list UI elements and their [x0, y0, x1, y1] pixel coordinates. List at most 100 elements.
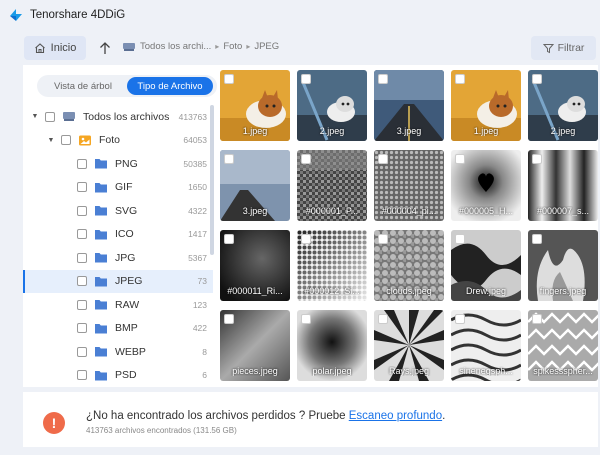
- tree-item-count: 4322: [188, 205, 207, 216]
- file-thumbnail[interactable]: #000007_s...: [528, 150, 598, 221]
- checkbox[interactable]: [224, 234, 234, 244]
- caret-down-icon[interactable]: ▼: [31, 113, 39, 120]
- checkbox[interactable]: [455, 314, 465, 324]
- checkbox[interactable]: [224, 74, 234, 84]
- tree-item-count: 64053: [183, 135, 207, 146]
- tree-item-bmp[interactable]: BMP 422: [23, 317, 213, 341]
- checkbox[interactable]: [77, 182, 87, 193]
- file-thumbnail[interactable]: #000005_H...: [451, 150, 521, 221]
- file-thumbnail[interactable]: pieces.jpeg: [220, 310, 290, 381]
- file-thumbnail[interactable]: Drew.jpeg: [451, 230, 521, 301]
- checkbox[interactable]: [532, 74, 542, 84]
- checkbox[interactable]: [301, 154, 311, 164]
- sidebar: Vista de árbol Tipo de Archivo ▼ Todos l…: [23, 65, 217, 388]
- file-thumbnail[interactable]: spikessspher...: [528, 310, 598, 381]
- tree-item-count: 1417: [188, 229, 207, 240]
- checkbox[interactable]: [77, 346, 87, 357]
- checkbox[interactable]: [532, 154, 542, 164]
- tab-tree-view[interactable]: Vista de árbol: [39, 77, 127, 95]
- checkbox[interactable]: [77, 158, 87, 169]
- folder-icon: [95, 182, 107, 193]
- tree-item-jpg[interactable]: JPG 5367: [23, 246, 213, 270]
- photo-folder-icon: [79, 135, 91, 146]
- file-thumbnail[interactable]: 3.jpeg: [220, 150, 290, 221]
- file-name: sinenegsph...: [459, 366, 513, 376]
- tree-item-count: 8: [202, 346, 207, 357]
- warning-icon: !: [43, 412, 65, 434]
- checkbox[interactable]: [301, 234, 311, 244]
- tree-item-psd[interactable]: PSD 6: [23, 364, 213, 388]
- checkbox[interactable]: [77, 323, 87, 334]
- checkbox[interactable]: [77, 276, 87, 287]
- checkbox[interactable]: [455, 234, 465, 244]
- file-name: Drew.jpeg: [465, 286, 507, 296]
- checkbox[interactable]: [77, 370, 87, 381]
- breadcrumb-item-jpeg[interactable]: JPEG: [254, 41, 279, 52]
- file-thumbnail[interactable]: #000004_pi...: [374, 150, 444, 221]
- file-name: #000001_P...: [305, 206, 359, 216]
- checkbox[interactable]: [455, 74, 465, 84]
- tab-file-type[interactable]: Tipo de Archivo: [127, 77, 213, 95]
- file-thumbnail[interactable]: 1.jpeg: [220, 70, 290, 141]
- file-thumbnail[interactable]: sinenegsph...: [451, 310, 521, 381]
- home-button[interactable]: Inicio: [24, 36, 86, 60]
- checkbox[interactable]: [301, 314, 311, 324]
- file-thumbnail[interactable]: 2.jpeg: [528, 70, 598, 141]
- checkbox[interactable]: [45, 111, 55, 122]
- tree-item-all-files[interactable]: ▼ Todos los archivos 413763: [23, 105, 213, 129]
- checkbox[interactable]: [77, 252, 87, 263]
- file-thumbnail[interactable]: polar.jpeg: [297, 310, 367, 381]
- checkbox[interactable]: [77, 205, 87, 216]
- tree-item-svg[interactable]: SVG 4322: [23, 199, 213, 223]
- file-thumbnail[interactable]: Rays.jpeg: [374, 310, 444, 381]
- checkbox[interactable]: [378, 234, 388, 244]
- sidebar-scrollbar[interactable]: [210, 105, 214, 255]
- checkbox[interactable]: [224, 154, 234, 164]
- file-name: 3.jpeg: [242, 206, 268, 216]
- caret-down-icon[interactable]: ▼: [47, 137, 55, 144]
- tree-item-label: WEBP: [115, 345, 146, 358]
- tree-item-jpeg[interactable]: JPEG 73: [23, 269, 213, 293]
- tree-item-webp[interactable]: WEBP 8: [23, 340, 213, 364]
- app-logo-icon: [10, 9, 22, 21]
- checkbox[interactable]: [77, 229, 87, 240]
- file-thumbnail[interactable]: 1.jpeg: [451, 70, 521, 141]
- tree-item-ico[interactable]: ICO 1417: [23, 223, 213, 247]
- checkbox[interactable]: [77, 299, 87, 310]
- checkbox[interactable]: [301, 74, 311, 84]
- folder-icon: [95, 323, 107, 334]
- file-thumbnail[interactable]: 3.jpeg: [374, 70, 444, 141]
- filter-button[interactable]: Filtrar: [531, 36, 596, 60]
- up-button[interactable]: [96, 38, 114, 58]
- checkbox[interactable]: [378, 314, 388, 324]
- file-thumbnail[interactable]: #000001_P...: [297, 150, 367, 221]
- tree-item-count: 73: [197, 276, 207, 287]
- file-thumbnail[interactable]: #000011_Ri...: [220, 230, 290, 301]
- file-thumbnail[interactable]: #000012_Si...: [297, 230, 367, 301]
- breadcrumb-item-all[interactable]: Todos los archi...: [140, 41, 211, 52]
- checkbox[interactable]: [532, 314, 542, 324]
- thumbnail-grid: 1.jpeg 2.jpeg 3.jpeg 1.jpeg 2.jpeg 3.jpe…: [218, 70, 598, 387]
- tree-item-raw[interactable]: RAW 123: [23, 293, 213, 317]
- tree-item-count: 413763: [178, 111, 207, 122]
- file-thumbnail[interactable]: clouds.jpeg: [374, 230, 444, 301]
- checkbox[interactable]: [61, 135, 71, 146]
- checkbox[interactable]: [224, 314, 234, 324]
- checkbox[interactable]: [378, 74, 388, 84]
- file-thumbnail[interactable]: fingers.jpeg: [528, 230, 598, 301]
- tree-item-count: 123: [192, 299, 207, 310]
- checkbox[interactable]: [378, 154, 388, 164]
- tree-item-png[interactable]: PNG 50385: [23, 152, 213, 176]
- file-thumbnail[interactable]: 2.jpeg: [297, 70, 367, 141]
- tree-item-gif[interactable]: GIF 1650: [23, 176, 213, 200]
- file-name: #000011_Ri...: [227, 286, 283, 296]
- tree-item-photo[interactable]: ▼ Foto 64053: [23, 129, 213, 153]
- deep-scan-link[interactable]: Escaneo profundo: [349, 410, 442, 422]
- checkbox[interactable]: [455, 154, 465, 164]
- file-name: polar.jpeg: [312, 366, 352, 376]
- checkbox[interactable]: [532, 234, 542, 244]
- home-icon: [34, 43, 45, 54]
- folder-icon: [95, 253, 107, 263]
- breadcrumb-item-photo[interactable]: Foto: [223, 41, 242, 52]
- folder-icon: [95, 370, 107, 381]
